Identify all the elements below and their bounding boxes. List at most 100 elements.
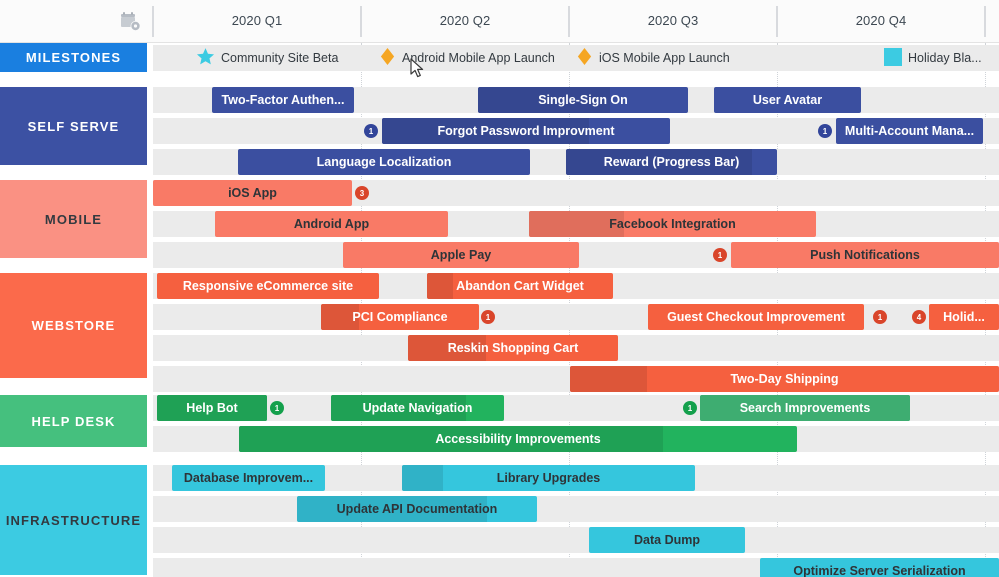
comment-count-value: 1 bbox=[485, 312, 491, 322]
task-bar-single-sign-on[interactable]: Single-Sign On bbox=[478, 87, 688, 113]
comment-count-value: 3 bbox=[359, 188, 365, 198]
task-bar-label: Android App bbox=[293, 217, 370, 231]
task-bar-label: Accessibility Improvements bbox=[435, 432, 601, 446]
comment-count-value: 1 bbox=[877, 312, 883, 322]
task-bar-label: Responsive eCommerce site bbox=[182, 279, 354, 293]
quarter-label-q3: 2020 Q3 bbox=[647, 13, 699, 28]
task-bar-two-day-shipping[interactable]: Two-Day Shipping bbox=[570, 366, 999, 392]
task-bar-guest-checkout-improvement[interactable]: Guest Checkout Improvement bbox=[648, 304, 864, 330]
comment-count-badge[interactable]: 1 bbox=[270, 401, 284, 415]
task-bar-label: Two-Factor Authen... bbox=[221, 93, 345, 107]
task-bar-database-improvem[interactable]: Database Improvem... bbox=[172, 465, 325, 491]
task-bar-pci-compliance[interactable]: PCI Compliance bbox=[321, 304, 479, 330]
task-bar-label: Language Localization bbox=[316, 155, 452, 169]
task-bar-multi-account-mana[interactable]: Multi-Account Mana... bbox=[836, 118, 983, 144]
task-bar-responsive-ecommerce-site[interactable]: Responsive eCommerce site bbox=[157, 273, 379, 299]
lane-label-webstore[interactable]: WEBSTORE bbox=[0, 273, 147, 378]
diamond-icon bbox=[576, 47, 593, 69]
timeline-header: 2020 Q1 2020 Q2 2020 Q3 2020 Q4 bbox=[0, 0, 999, 43]
lane-label-text: MILESTONES bbox=[25, 50, 122, 65]
task-bar-reward-progress-bar[interactable]: Reward (Progress Bar) bbox=[566, 149, 777, 175]
task-bar-library-upgrades[interactable]: Library Upgrades bbox=[402, 465, 695, 491]
quarter-label-q2: 2020 Q2 bbox=[439, 13, 491, 28]
task-bar-label: PCI Compliance bbox=[352, 310, 448, 324]
milestone-android-mobile-app-launch[interactable]: Android Mobile App Launch bbox=[379, 45, 555, 71]
lane-label-mobile[interactable]: MOBILE bbox=[0, 180, 147, 258]
lane-label-text: WEBSTORE bbox=[31, 318, 116, 333]
task-bar-label: Data Dump bbox=[634, 533, 700, 547]
task-bar-apple-pay[interactable]: Apple Pay bbox=[343, 242, 579, 268]
task-bar-help-bot[interactable]: Help Bot bbox=[157, 395, 267, 421]
task-bar-optimize-server-serialization[interactable]: Optimize Server Serialization bbox=[760, 558, 999, 577]
lane-label-self-serve[interactable]: SELF SERVE bbox=[0, 87, 147, 165]
comment-count-badge[interactable]: 1 bbox=[683, 401, 697, 415]
task-bar-label: Database Improvem... bbox=[183, 471, 314, 485]
comment-count-badge[interactable]: 1 bbox=[481, 310, 495, 324]
task-bar-user-avatar[interactable]: User Avatar bbox=[714, 87, 861, 113]
lane-label-milestones[interactable]: MILESTONES bbox=[0, 43, 147, 72]
task-bar-accessibility-improvements[interactable]: Accessibility Improvements bbox=[239, 426, 797, 452]
star-icon bbox=[196, 47, 215, 69]
task-bar-label: Single-Sign On bbox=[538, 93, 628, 107]
comment-count-badge[interactable]: 1 bbox=[713, 248, 727, 262]
task-bar-ios-app[interactable]: iOS App bbox=[153, 180, 352, 206]
comment-count-badge[interactable]: 1 bbox=[364, 124, 378, 138]
lane-label-help-desk[interactable]: HELP DESK bbox=[0, 395, 147, 447]
comment-count-badge[interactable]: 4 bbox=[912, 310, 926, 324]
task-bar-label: Holid... bbox=[943, 310, 985, 324]
square-icon bbox=[884, 47, 902, 69]
lane-label-text: HELP DESK bbox=[31, 413, 116, 429]
calendar-gear-icon[interactable] bbox=[120, 12, 142, 32]
row-track bbox=[153, 527, 999, 553]
milestone-community-site-beta[interactable]: Community Site Beta bbox=[196, 45, 338, 71]
row-track bbox=[153, 496, 999, 522]
task-bar-label: Update API Documentation bbox=[336, 502, 498, 516]
task-bar-label: Help Bot bbox=[186, 401, 238, 415]
task-bar-label: Reskin Shopping Cart bbox=[447, 341, 579, 355]
lane-label-text: MOBILE bbox=[44, 211, 103, 227]
milestone-ios-mobile-app-launch[interactable]: iOS Mobile App Launch bbox=[576, 45, 730, 71]
task-bar-label: Update Navigation bbox=[362, 401, 473, 415]
comment-count-value: 1 bbox=[368, 126, 374, 136]
task-bar-update-api-documentation[interactable]: Update API Documentation bbox=[297, 496, 537, 522]
milestone-label: Android Mobile App Launch bbox=[402, 51, 555, 65]
milestone-label: iOS Mobile App Launch bbox=[599, 51, 730, 65]
task-bar-update-navigation[interactable]: Update Navigation bbox=[331, 395, 504, 421]
task-bar-progress-fill bbox=[402, 465, 444, 491]
comment-count-value: 1 bbox=[274, 403, 280, 413]
comment-count-badge[interactable]: 1 bbox=[818, 124, 832, 138]
task-bar-language-localization[interactable]: Language Localization bbox=[238, 149, 530, 175]
task-bar-label: User Avatar bbox=[752, 93, 823, 107]
task-bar-label: Reward (Progress Bar) bbox=[603, 155, 740, 169]
quarter-label-q4: 2020 Q4 bbox=[855, 13, 907, 28]
roadmap-gantt-chart: 2020 Q1 2020 Q2 2020 Q3 2020 Q4 MILESTON… bbox=[0, 0, 999, 577]
milestone-holiday-blackout[interactable]: Holiday Bla... bbox=[884, 45, 982, 71]
comment-count-badge[interactable]: 1 bbox=[873, 310, 887, 324]
task-bar-two-factor-authen[interactable]: Two-Factor Authen... bbox=[212, 87, 354, 113]
task-bar-label: iOS App bbox=[228, 186, 277, 200]
task-bar-reskin-shopping-cart[interactable]: Reskin Shopping Cart bbox=[408, 335, 618, 361]
task-bar-label: Abandon Cart Widget bbox=[456, 279, 584, 293]
quarter-label-q1: 2020 Q1 bbox=[231, 13, 283, 28]
task-bar-holiday[interactable]: Holid... bbox=[929, 304, 999, 330]
comment-count-value: 1 bbox=[687, 403, 693, 413]
task-bar-label: Push Notifications bbox=[810, 248, 920, 262]
task-bar-label: Apple Pay bbox=[430, 248, 492, 262]
task-bar-search-improvements[interactable]: Search Improvements bbox=[700, 395, 910, 421]
lane-label-text: SELF SERVE bbox=[27, 118, 120, 134]
task-bar-facebook-integration[interactable]: Facebook Integration bbox=[529, 211, 816, 237]
task-bar-label: Optimize Server Serialization bbox=[793, 564, 966, 577]
comment-count-value: 4 bbox=[916, 312, 922, 322]
task-bar-push-notifications[interactable]: Push Notifications bbox=[731, 242, 999, 268]
task-bar-android-app[interactable]: Android App bbox=[215, 211, 448, 237]
comment-count-value: 1 bbox=[822, 126, 828, 136]
task-bar-forgot-password-improvment[interactable]: Forgot Password Improvment bbox=[382, 118, 670, 144]
comment-count-badge[interactable]: 3 bbox=[355, 186, 369, 200]
task-bar-data-dump[interactable]: Data Dump bbox=[589, 527, 745, 553]
task-bar-abandon-cart-widget[interactable]: Abandon Cart Widget bbox=[427, 273, 613, 299]
lane-label-infrastructure[interactable]: INFRASTRUCTURE bbox=[0, 465, 147, 575]
milestone-label: Community Site Beta bbox=[221, 51, 339, 65]
task-bar-label: Guest Checkout Improvement bbox=[667, 310, 845, 324]
task-bar-label: Library Upgrades bbox=[496, 471, 601, 485]
milestone-label: Holiday Bla... bbox=[908, 51, 982, 65]
